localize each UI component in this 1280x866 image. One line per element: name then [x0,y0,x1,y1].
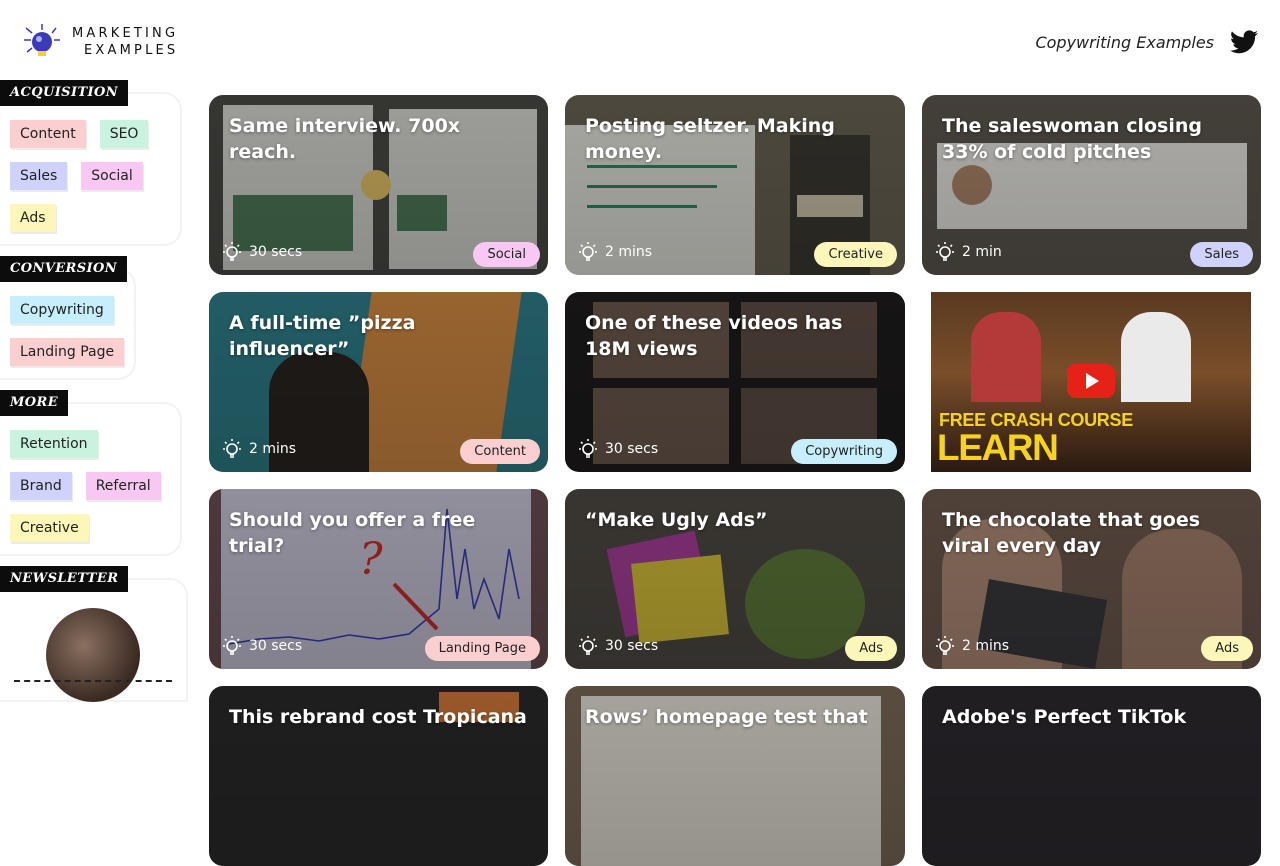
example-card[interactable]: Posting seltzer. Making money. 2 mins Cr… [565,95,905,275]
card-tag-badge[interactable]: Content [460,439,540,464]
card-read-time: 2 mins [962,638,1010,654]
card-read-time: 30 secs [249,244,303,260]
lightbulb-icon [223,439,241,458]
card-read-time: 30 secs [605,638,659,654]
example-card[interactable]: Rows’ homepage test that [565,686,905,866]
card-title: The saleswoman closing 33% of cold pitch… [942,115,1202,163]
example-card[interactable]: Same interview. 700x reach. 30 secs Soci… [209,95,548,275]
card-read-time: 2 min [962,244,1002,260]
card-read-time: 2 mins [605,244,653,260]
lightbulb-icon [936,242,954,261]
card-title: Posting seltzer. Making money. [585,115,835,163]
dashed-divider [14,680,172,682]
card-tag-badge[interactable]: Landing Page [424,636,540,661]
lightbulb-icon [579,439,597,458]
card-read-time: 30 secs [605,441,659,457]
youtube-play-button[interactable] [1067,364,1115,398]
newsletter-section: NEWSLETTER [0,566,190,702]
card-title: The chocolate that goes viral every day [942,509,1201,557]
example-card[interactable]: “Make Ugly Ads” 30 secs Ads [565,489,905,669]
card-title: One of these videos has 18M views [585,312,843,360]
tag-referral[interactable]: Referral [85,472,161,500]
youtube-video-card[interactable]: FREE CRASH COURSE LEARN COPYWRITING [931,292,1251,472]
card-title: A full-time ”pizza influencer” [229,312,416,360]
tag-creative[interactable]: Creative [10,514,89,542]
tag-sales[interactable]: Sales [10,162,68,190]
lightbulb-icon [223,636,241,655]
tag-seo[interactable]: SEO [99,120,149,148]
card-tag-badge[interactable]: Sales [1190,242,1253,267]
card-tag-badge[interactable]: Copywriting [791,439,897,464]
card-tag-badge[interactable]: Social [473,242,540,267]
card-title: Rows’ homepage test that [585,706,868,728]
more-section: MORE Retention Brand Referral Creative [0,390,190,556]
card-tag-badge[interactable]: Creative [814,242,897,267]
tag-copywriting[interactable]: Copywriting [10,296,114,324]
tag-social[interactable]: Social [81,162,143,190]
video-promo-line-2: LEARN COPYWRITING [937,427,1188,473]
card-read-time: 30 secs [249,638,303,654]
example-card[interactable]: This rebrand cost Tropicana [209,686,548,866]
lightbulb-icon [579,636,597,655]
tag-retention[interactable]: Retention [10,430,98,458]
card-title: Should you offer a free trial? [229,509,476,557]
section-label-newsletter: NEWSLETTER [0,566,129,592]
author-avatar [46,608,140,702]
logo-line-1: MARKETING [72,26,179,41]
lightbulb-logo-icon [24,24,60,56]
example-card[interactable]: The saleswoman closing 33% of cold pitch… [922,95,1261,275]
example-card[interactable]: A full-time ”pizza influencer” 2 mins Co… [209,292,548,472]
section-label-more: MORE [0,390,69,416]
example-card[interactable]: One of these videos has 18M views 30 sec… [565,292,905,472]
card-tag-badge[interactable]: Ads [845,636,897,661]
card-title: Adobe's Perfect TikTok [942,706,1187,728]
card-title: This rebrand cost Tropicana [229,706,527,728]
tag-content[interactable]: Content [10,120,86,148]
card-title: “Make Ugly Ads” [585,509,768,531]
lightbulb-icon [936,636,954,655]
card-read-time: 2 mins [249,441,297,457]
tag-brand[interactable]: Brand [10,472,72,500]
examples-grid: Same interview. 700x reach. 30 secs Soci… [209,95,1261,866]
example-card[interactable]: ? Should you offer a free trial? 30 secs… [209,489,548,669]
lightbulb-icon [579,242,597,261]
site-logo[interactable]: MARKETING EXAMPLES [22,22,178,62]
sidebar: ACQUISITION Content SEO Sales Social Ads… [0,80,190,712]
conversion-section: CONVERSION Copywriting Landing Page [0,256,190,380]
tag-landing-page[interactable]: Landing Page [10,338,125,366]
section-label-acquisition: ACQUISITION [0,80,129,106]
card-tag-badge[interactable]: Ads [1201,636,1253,661]
tag-ads[interactable]: Ads [10,204,56,232]
example-card[interactable]: Adobe's Perfect TikTok [922,686,1261,866]
lightbulb-icon [223,242,241,261]
example-card[interactable]: The chocolate that goes viral every day … [922,489,1261,669]
logo-line-2: EXAMPLES [84,43,179,58]
card-title: Same interview. 700x reach. [229,115,461,163]
copywriting-examples-link[interactable]: Copywriting Examples [1035,33,1214,52]
acquisition-section: ACQUISITION Content SEO Sales Social Ads [0,80,190,246]
section-label-conversion: CONVERSION [0,256,128,282]
twitter-icon[interactable] [1230,30,1258,54]
